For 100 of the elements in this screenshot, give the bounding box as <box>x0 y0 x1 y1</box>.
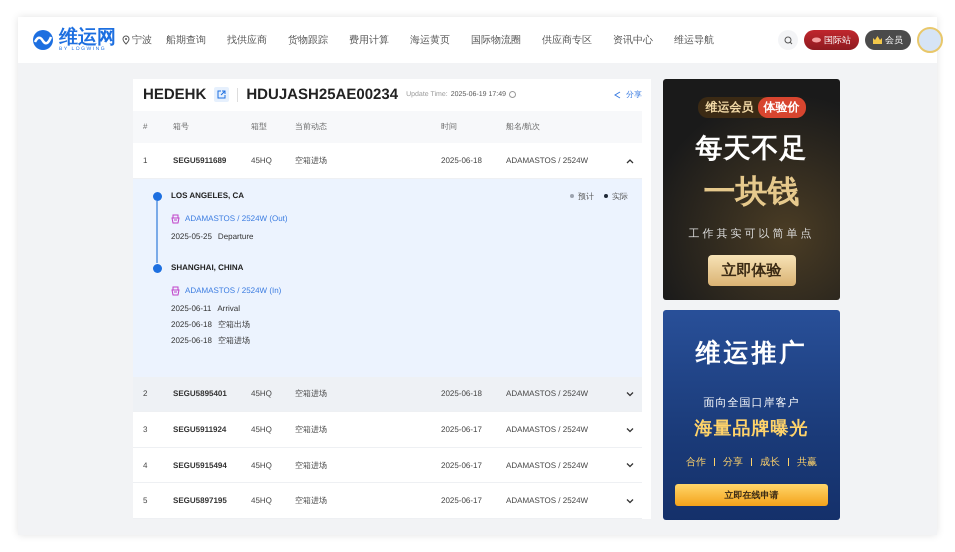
ad-tag: 成长 <box>760 455 780 469</box>
international-site-button[interactable]: 国际站 <box>804 30 859 50</box>
status-time: 2025-06-18 <box>441 389 483 398</box>
nav-link[interactable]: 海运黄页 <box>410 33 450 47</box>
container-row[interactable]: 5 SEGU5897195 45HQ 空箱进场 2025-06-17 ADAMASTOS / 2524W <box>133 483 642 519</box>
share-icon <box>614 90 621 99</box>
row-index: 5 <box>143 496 148 506</box>
promotion-ad-banner[interactable]: 维运推广 面向全国口岸客户 海量品牌曝光 合作 分享 成长 共赢 立即在线申请 <box>663 310 840 520</box>
column-header: 船名/航次 <box>506 121 542 132</box>
ad-cta-button[interactable]: 立即在线申请 <box>675 484 828 506</box>
chevron-up-icon[interactable] <box>626 158 634 164</box>
container-number: SEGU5915494 <box>173 460 228 470</box>
nav-link[interactable]: 供应商专区 <box>542 33 592 47</box>
vessel-voyage: ADAMASTOS / 2524W <box>506 156 590 166</box>
timeline-dot <box>152 264 162 273</box>
help-icon[interactable] <box>509 91 516 98</box>
ad-headline: 海量品牌曝光 <box>694 417 808 440</box>
port-name: LOS ANGELES, CA <box>171 190 246 202</box>
nav-link[interactable]: 维运导航 <box>674 33 714 47</box>
legend-label: 实际 <box>612 190 628 202</box>
event-date: 2025-06-18 <box>171 320 212 330</box>
column-header: 箱型 <box>251 121 268 132</box>
timeline-dot <box>152 192 162 201</box>
vessel-voyage: ADAMASTOS / 2524W (In) <box>185 286 282 296</box>
ad-subline: 面向全国口岸客户 <box>704 396 800 410</box>
container-type: 45HQ <box>251 460 273 470</box>
vessel-voyage: ADAMASTOS / 2524W <box>506 389 590 398</box>
vessel-voyage: ADAMASTOS / 2524W <box>506 460 590 470</box>
row-index: 3 <box>143 425 148 434</box>
column-header: 当前动态 <box>295 121 328 132</box>
column-header: 箱号 <box>173 121 190 132</box>
row-index: 4 <box>143 460 148 470</box>
legend-label: 预计 <box>578 190 594 202</box>
bl-number: HDUJASH25AE00234 <box>246 86 398 104</box>
nav-link[interactable]: 船期查询 <box>166 33 206 47</box>
container-row[interactable]: 3 SEGU5911924 45HQ 空箱进场 2025-06-17 ADAMASTOS / 2524W <box>133 412 642 448</box>
container-number: SEGU5897195 <box>173 496 228 506</box>
nav-link[interactable]: 找供应商 <box>227 33 267 47</box>
event-text: Departure <box>218 232 254 242</box>
column-header: # <box>143 122 148 132</box>
container-row[interactable]: 2 SEGU5895401 45HQ 空箱进场 2025-06-18 ADAMASTOS / 2524W <box>133 376 642 412</box>
ad-price-tag: 体验价 <box>758 97 806 118</box>
membership-ad-banner[interactable]: 维运会员 体验价 每天不足 一块钱 工作其实可以简单点 立即体验 <box>663 79 840 300</box>
container-status: 空箱进场 <box>295 424 328 436</box>
logo-icon <box>30 29 56 51</box>
ad-subline: 工作其实可以简单点 <box>688 226 814 241</box>
ad-headline: 维运推广 <box>696 338 808 369</box>
vessel-voyage: ADAMASTOS / 2524W <box>506 425 590 434</box>
event-text: 空箱进场 <box>218 335 250 346</box>
nav-link[interactable]: 国际物流圈 <box>471 33 521 47</box>
status-time: 2025-06-18 <box>441 156 483 166</box>
ad-tag: 合作 <box>686 455 706 469</box>
nav-link[interactable]: 费用计算 <box>349 33 389 47</box>
container-type: 45HQ <box>251 496 273 506</box>
container-row[interactable]: 4 SEGU5915494 45HQ 空箱进场 2025-06-17 ADAMASTOS / 2524W <box>133 448 642 484</box>
external-link-icon[interactable] <box>214 87 230 102</box>
member-button[interactable]: 会员 <box>865 30 911 50</box>
nav-link[interactable]: 货物跟踪 <box>288 33 328 47</box>
port-name: SHANGHAI, CHINA <box>171 262 244 274</box>
container-status: 空箱进场 <box>295 495 328 506</box>
chevron-down-icon[interactable] <box>626 390 634 397</box>
nav-link[interactable]: 资讯中心 <box>613 33 653 47</box>
location-text[interactable]: 宁波 <box>132 33 152 47</box>
bl-prefix: HEDEHK <box>143 86 206 104</box>
event-date: 2025-06-11 <box>171 304 212 314</box>
column-header: 时间 <box>441 121 458 132</box>
container-type: 45HQ <box>251 425 273 434</box>
container-number: SEGU5895401 <box>173 389 228 398</box>
event-date: 2025-05-25 <box>171 232 212 242</box>
ad-tag: 共赢 <box>797 455 817 469</box>
status-time: 2025-06-17 <box>441 460 483 470</box>
location-pin-icon <box>122 35 130 45</box>
ad-headline: 每天不足 <box>696 132 808 165</box>
share-link[interactable]: 分享 <box>614 89 642 100</box>
status-time: 2025-06-17 <box>441 425 483 434</box>
row-index: 2 <box>143 389 148 398</box>
row-index: 1 <box>143 156 148 166</box>
crown-icon <box>873 36 882 44</box>
container-type: 45HQ <box>251 389 273 398</box>
search-icon[interactable] <box>778 30 798 50</box>
ad-label: 维运会员 <box>706 99 754 116</box>
ad-cta-button[interactable]: 立即体验 <box>708 255 796 286</box>
event-date: 2025-06-18 <box>171 336 212 346</box>
container-number: SEGU5911924 <box>173 425 228 434</box>
chevron-down-icon[interactable] <box>626 426 634 433</box>
event-text: 空箱出场 <box>218 319 250 330</box>
container-number: SEGU5911689 <box>173 156 228 166</box>
status-time: 2025-06-17 <box>441 496 483 506</box>
vessel-voyage: ADAMASTOS / 2524W (Out) <box>185 214 288 224</box>
container-status: 空箱进场 <box>295 155 328 166</box>
chevron-down-icon[interactable] <box>626 462 634 468</box>
container-status: 空箱进场 <box>295 388 328 400</box>
chevron-down-icon[interactable] <box>626 498 634 504</box>
vessel-voyage: ADAMASTOS / 2524W <box>506 496 590 506</box>
event-text: Arrival <box>217 304 240 314</box>
ad-headline: 一块钱 <box>704 172 800 211</box>
ad-tag: 分享 <box>723 455 743 469</box>
container-type: 45HQ <box>251 156 273 166</box>
logo-name: 维运网 <box>59 28 116 47</box>
container-status: 空箱进场 <box>295 460 328 471</box>
